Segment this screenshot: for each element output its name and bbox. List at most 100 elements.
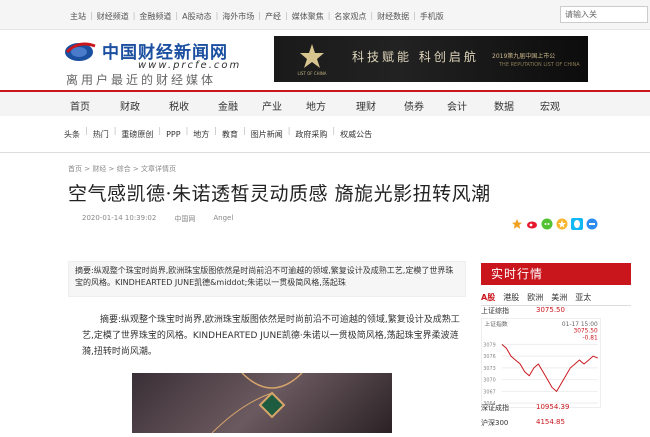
subnav-item[interactable]: 热门 bbox=[93, 126, 109, 142]
quote-name: 上证综指 bbox=[481, 307, 509, 315]
nav-item[interactable]: 理财 bbox=[356, 98, 376, 113]
top-link[interactable]: 产经 bbox=[265, 11, 281, 22]
chart-label: 上证指数 bbox=[484, 320, 508, 328]
ad-banner[interactable]: LIST OF CHINA 科技赋能 科创启航 2019第九届中国上市公 THE… bbox=[274, 36, 588, 82]
subnav-item[interactable]: 权威公告 bbox=[340, 126, 372, 142]
market-tab[interactable]: 欧洲 bbox=[527, 292, 543, 305]
wechat-icon[interactable] bbox=[541, 215, 553, 230]
nav-item[interactable]: 数据 bbox=[494, 98, 514, 113]
quote-value: 10954.39 bbox=[536, 403, 570, 411]
market-tab[interactable]: 美洲 bbox=[551, 292, 567, 305]
separator: | bbox=[90, 11, 93, 20]
site-logo[interactable]: 中国财经新闻网 www.prcfe.com 离用户最近的财经媒体 bbox=[64, 38, 274, 87]
abstract-text: 纵观整个珠宝时尚界,欧洲珠宝版图依然是时尚前沿不可逾越的领域,繁复设计及成熟工艺… bbox=[75, 266, 454, 287]
top-link[interactable]: 财经频道 bbox=[97, 11, 129, 22]
banner-logo-caption: LIST OF CHINA bbox=[297, 71, 326, 76]
top-bar: 主站 | 财经频道 | 金融频道 | A股动态 | 海外市场 | 产经 | 媒体聚焦 | 名家观点 | 财经数据… bbox=[0, 0, 650, 30]
subnav-item[interactable]: 图片新闻 bbox=[251, 126, 283, 142]
qzone-icon[interactable] bbox=[556, 215, 568, 230]
top-link[interactable]: 海外市场 bbox=[222, 11, 254, 22]
favorite-star-icon[interactable] bbox=[511, 215, 523, 229]
quote-name: 沪深300 bbox=[481, 419, 509, 427]
article-meta: 2020-01-14 10:39:02 中国网 Angel bbox=[82, 214, 251, 224]
abstract-box: 摘要:纵观整个珠宝时尚界,欧洲珠宝版图依然是时尚前沿不可逾越的领域,繁复设计及成… bbox=[68, 261, 466, 297]
douban-icon[interactable] bbox=[586, 215, 598, 230]
subnav-item[interactable]: 政府采购 bbox=[295, 126, 327, 142]
market-chart[interactable]: 上证指数 01-17 15:00 3075.50 -0.81 3079 3076 3… bbox=[481, 318, 601, 408]
nav-item[interactable]: 产业 bbox=[262, 98, 282, 113]
top-links: 主站 | 财经频道 | 金融频道 | A股动态 | 海外市场 | 产经 | 媒体聚焦 | 名家观点 | 财经数据… bbox=[70, 11, 444, 22]
banner-sub: 2019第九届中国上市公 bbox=[492, 53, 556, 60]
chart-change: -0.81 bbox=[583, 336, 598, 342]
top-link[interactable]: 名家观点 bbox=[334, 11, 366, 22]
jewelry-pendant-image bbox=[211, 372, 303, 434]
subnav-item[interactable]: PPP bbox=[166, 126, 180, 142]
article-author: Angel bbox=[213, 214, 234, 222]
article-image bbox=[132, 372, 392, 434]
chart-time: 01-17 15:00 bbox=[562, 322, 598, 328]
subnav-item[interactable]: 头条 bbox=[64, 126, 80, 142]
logo-slogan: 离用户最近的财经媒体 bbox=[66, 73, 217, 87]
top-link[interactable]: 主站 bbox=[70, 11, 86, 22]
market-tab[interactable]: 港股 bbox=[503, 292, 519, 305]
search-input[interactable]: 请输入关 bbox=[560, 6, 648, 23]
separator: | bbox=[258, 11, 261, 20]
separator: | bbox=[214, 126, 217, 135]
logo-url: www.prcfe.com bbox=[138, 60, 242, 71]
y-tick-label: 3070 bbox=[483, 378, 495, 384]
main-nav: 首页 财政 税收 金融 产业 地方 理财 债券 会计 数据 宏观 bbox=[0, 90, 650, 116]
quote-row[interactable]: 上证综指 3075.50 bbox=[481, 306, 591, 318]
article-title: 空气感凯德·朱诺透皙灵动质感 旖旎光影扭转风潮 bbox=[68, 183, 491, 205]
nav-item[interactable]: 会计 bbox=[447, 98, 467, 113]
separator: | bbox=[158, 126, 162, 135]
top-link[interactable]: 财经数据 bbox=[377, 11, 409, 22]
top-link[interactable]: A股动态 bbox=[182, 11, 211, 22]
quote-value: 3075.50 bbox=[536, 306, 565, 314]
y-tick-label: 3073 bbox=[483, 366, 495, 372]
weibo-icon[interactable] bbox=[526, 215, 538, 229]
market-tabs: A股 港股 欧洲 美洲 亚太 bbox=[481, 292, 631, 306]
nav-item[interactable]: 金融 bbox=[218, 98, 238, 113]
separator: | bbox=[215, 11, 219, 20]
share-bar bbox=[511, 215, 601, 230]
subnav-item[interactable]: 地方 bbox=[193, 126, 209, 142]
nav-item[interactable]: 地方 bbox=[306, 98, 326, 113]
nav-item[interactable]: 财政 bbox=[120, 98, 140, 113]
separator: | bbox=[413, 11, 416, 20]
globe-logo-icon bbox=[65, 42, 96, 61]
article-date: 2020-01-14 10:39:02 bbox=[82, 214, 157, 222]
top-link[interactable]: 手机版 bbox=[420, 11, 444, 22]
separator: | bbox=[287, 126, 291, 135]
y-tick-label: 3079 bbox=[483, 342, 495, 348]
separator: | bbox=[243, 126, 246, 135]
qq-icon[interactable] bbox=[571, 215, 583, 230]
market-tab[interactable]: 亚太 bbox=[575, 292, 591, 305]
article-body: 摘要:纵观整个珠宝时尚界,欧洲珠宝版图依然是时尚前沿不可逾越的领域,繁复设计及成… bbox=[82, 315, 460, 357]
separator: | bbox=[327, 11, 331, 20]
subnav-item[interactable]: 教育 bbox=[222, 126, 238, 142]
quote-row[interactable]: 深证成指 10954.39 bbox=[481, 403, 591, 415]
top-link[interactable]: 金融频道 bbox=[139, 11, 171, 22]
breadcrumb[interactable]: 首页 > 财经 > 综合 > 文章详情页 bbox=[68, 164, 176, 174]
divider bbox=[0, 152, 650, 153]
chart-last: 3075.50 bbox=[573, 329, 598, 335]
market-header: 实时行情 bbox=[481, 263, 631, 285]
top-link[interactable]: 媒体聚焦 bbox=[292, 11, 324, 22]
nav-item[interactable]: 宏观 bbox=[540, 98, 560, 113]
sub-nav: 头条 | 热门 | 重磅原创 | PPP | 地方 | 教育 | 图片新闻 | 政府采购 | 权威公告 bbox=[64, 126, 650, 142]
separator: | bbox=[370, 11, 374, 20]
article-source[interactable]: 中国网 bbox=[174, 214, 195, 224]
nav-item[interactable]: 税收 bbox=[169, 98, 189, 113]
subnav-item[interactable]: 重磅原创 bbox=[121, 126, 153, 142]
quote-row[interactable]: 沪深300 4154.85 bbox=[481, 418, 591, 430]
y-tick-label: 3067 bbox=[483, 389, 495, 395]
separator: | bbox=[85, 126, 88, 135]
nav-item[interactable]: 首页 bbox=[70, 98, 90, 113]
nav-item[interactable]: 债券 bbox=[404, 98, 424, 113]
market-tab[interactable]: A股 bbox=[481, 292, 495, 305]
banner-sub2: THE REPUTATION LIST OF CHINA bbox=[499, 62, 580, 68]
y-tick-label: 3076 bbox=[483, 354, 495, 360]
separator: | bbox=[185, 126, 189, 135]
separator: | bbox=[332, 126, 336, 135]
star-emblem-icon: LIST OF CHINA bbox=[297, 44, 327, 76]
